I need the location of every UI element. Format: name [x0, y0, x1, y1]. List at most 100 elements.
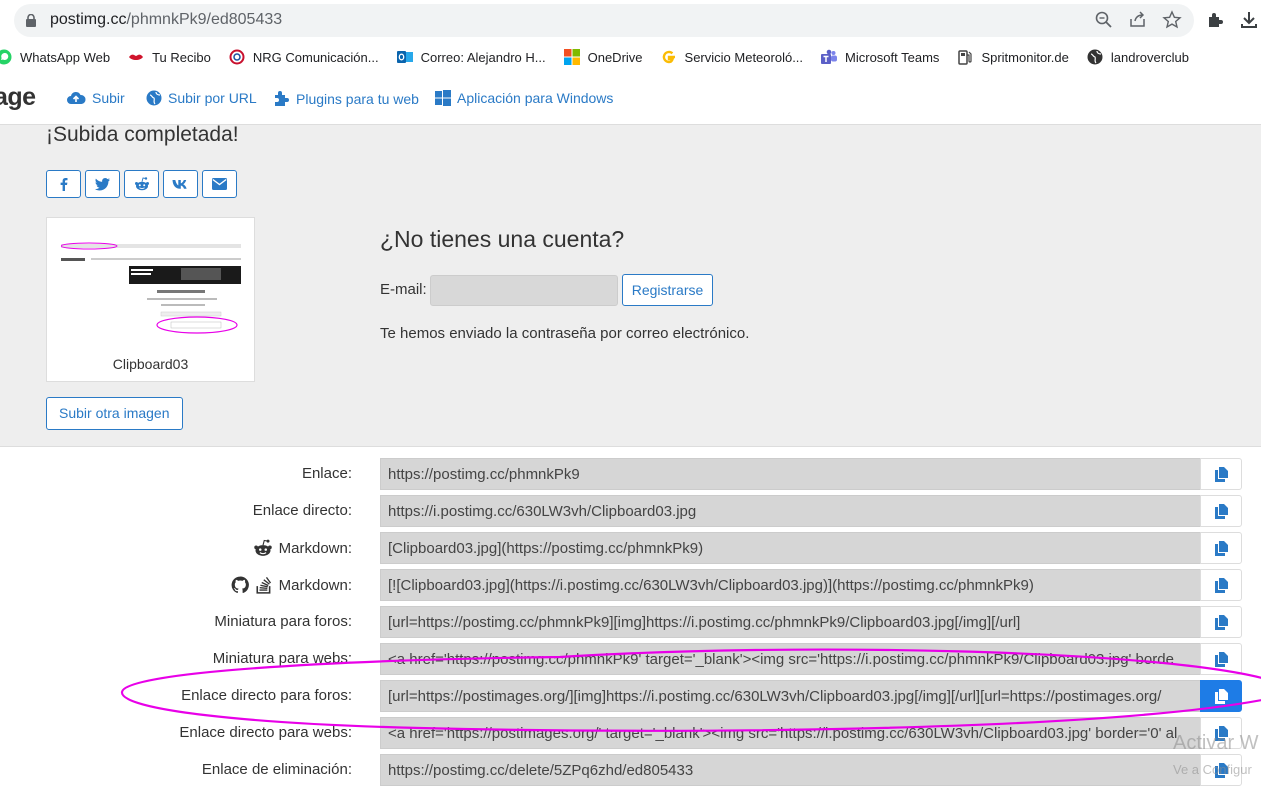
download-icon[interactable] — [1239, 10, 1259, 30]
bookmark-microsoft-teams[interactable]: Microsoft Teams — [821, 49, 939, 65]
share-icon[interactable] — [1128, 10, 1148, 30]
windows-icon — [435, 90, 451, 106]
nav-windows-app-label: Aplicación para Windows — [457, 90, 614, 106]
link-field[interactable]: [Clipboard03.jpg](https://postimg.cc/phm… — [380, 532, 1200, 564]
copy-button[interactable] — [1200, 569, 1242, 601]
register-button[interactable]: Registrarse — [622, 274, 713, 306]
puzzle-icon — [275, 91, 289, 106]
no-account-title: ¿No tienes una cuenta? — [380, 226, 625, 252]
copy-button[interactable] — [1200, 643, 1242, 675]
nav-plugins[interactable]: Plugins para tu web — [273, 90, 419, 107]
extensions-icon[interactable] — [1205, 10, 1225, 30]
github-icon — [231, 576, 249, 594]
copy-button[interactable] — [1200, 458, 1242, 490]
link-field[interactable]: https://postimg.cc/delete/5ZPq6zhd/ed805… — [380, 754, 1200, 786]
link-field[interactable]: [url=https://postimages.org/][img]https:… — [380, 680, 1200, 712]
page-title: ¡Subida completada! — [46, 123, 239, 146]
outlook-icon — [396, 49, 413, 65]
nav-windows-app[interactable]: Aplicación para Windows — [435, 90, 613, 106]
bookmark-label: landroverclub — [1110, 49, 1189, 65]
share-email-button[interactable] — [202, 170, 237, 198]
share-twitter-button[interactable] — [85, 170, 120, 198]
star-icon[interactable] — [1162, 10, 1182, 30]
link-row-label: Enlace de eliminación: — [202, 761, 352, 778]
address-bar[interactable]: postimg.cc/phmnkPk9/ed805433 — [14, 4, 1194, 37]
link-row-label: Enlace directo: — [253, 502, 352, 519]
fuel-icon — [957, 49, 973, 65]
bookmark-nrg-comunicaci-n[interactable]: NRG Comunicación... — [229, 49, 379, 65]
bookmark-correo-alejandro-h[interactable]: Correo: Alejandro H... — [396, 49, 546, 65]
url-text: postimg.cc/phmnkPk9/ed805433 — [50, 11, 283, 28]
envelope-icon — [212, 178, 227, 190]
copy-icon — [1214, 466, 1228, 482]
bookmark-onedrive[interactable]: OneDrive — [563, 49, 643, 65]
link-row-label-text: Enlace directo: — [252, 502, 352, 519]
globe-icon — [1087, 49, 1103, 65]
whatsapp-icon — [0, 49, 12, 65]
link-field[interactable]: <a href='https://postimages.org/' target… — [380, 717, 1200, 749]
link-row-label-text: Miniatura para webs: — [212, 650, 352, 667]
bookmark-tu-recibo[interactable]: Tu Recibo — [128, 49, 211, 65]
site-header: age Subir Subir por URL Plugins para tu … — [0, 73, 1261, 125]
bookmark-label: Correo: Alejandro H... — [420, 49, 546, 65]
link-field[interactable]: [url=https://postimg.cc/phmnkPk9][img]ht… — [380, 606, 1200, 638]
link-row-label: Enlace: — [302, 465, 352, 482]
link-row-label-text: Markdown: — [278, 576, 352, 594]
bookmark-servicio-meteorol[interactable]: Servicio Meteoroló... — [661, 49, 803, 65]
share-facebook-button[interactable] — [46, 170, 81, 198]
link-row-label: Miniatura para webs: — [213, 650, 352, 667]
link-row-label: Markdown: — [253, 539, 352, 557]
lips-icon — [128, 49, 144, 65]
nav-upload-url-label: Subir por URL — [168, 90, 257, 106]
bookmark-label: WhatsApp Web — [20, 49, 111, 65]
copy-icon — [1214, 614, 1228, 630]
zoom-icon[interactable] — [1094, 10, 1114, 30]
password-sent-message: Te hemos enviado la contraseña por corre… — [380, 325, 750, 342]
link-row: Enlace directo para foros: [url=https://p… — [0, 680, 1261, 713]
copy-button[interactable] — [1200, 680, 1242, 712]
share-buttons — [46, 170, 237, 198]
share-vk-button[interactable] — [163, 170, 198, 198]
link-row: Miniatura para webs: <a href='https://pos… — [0, 643, 1261, 676]
bookmark-label: Spritmonitor.de — [981, 49, 1069, 65]
link-field[interactable]: https://postimg.cc/phmnkPk9 — [380, 458, 1200, 490]
link-row: Miniatura para foros: [url=https://postim… — [0, 606, 1261, 639]
nrg-icon — [229, 49, 245, 65]
vk-icon — [172, 179, 187, 189]
lock-icon — [26, 14, 36, 27]
reddit-icon — [134, 177, 149, 191]
link-row-label: Enlace directo para foros: — [181, 687, 352, 704]
bookmark-label: Microsoft Teams — [845, 49, 940, 65]
copy-button[interactable] — [1200, 532, 1242, 564]
thumbnail-card[interactable]: Clipboard03 — [46, 217, 255, 382]
link-field[interactable]: <a href='https://postimg.cc/phmnkPk9' ta… — [380, 643, 1200, 675]
email-label: E-mail: — [380, 281, 427, 298]
google-icon — [661, 49, 677, 65]
share-reddit-button[interactable] — [124, 170, 159, 198]
copy-icon — [1214, 577, 1228, 593]
link-row-label-text: Miniatura para foros: — [214, 613, 352, 630]
link-field[interactable]: [![Clipboard03.jpg](https://i.postimg.cc… — [380, 569, 1200, 601]
windows-activation-watermark: Activar W — [1173, 732, 1259, 754]
bookmark-landroverclub[interactable]: landroverclub — [1087, 49, 1189, 65]
bookmark-whatsapp-web[interactable]: WhatsApp Web — [0, 49, 110, 65]
site-logo[interactable]: age — [0, 83, 36, 112]
thumbnail-filename: Clipboard03 — [112, 356, 189, 372]
bookmark-spritmonitor-de[interactable]: Spritmonitor.de — [957, 49, 1069, 65]
link-row: Enlace de eliminación: https://postimg.cc… — [0, 754, 1261, 787]
bookmarks-bar: WhatsApp Web Tu Recibo NRG Comunicación...… — [0, 41, 1261, 73]
uploaded-image-thumbnail — [61, 240, 241, 338]
email-field[interactable] — [430, 275, 618, 306]
upload-another-button[interactable]: Subir otra imagen — [46, 397, 183, 430]
nav-upload-url[interactable]: Subir por URL — [146, 90, 257, 106]
nav-upload[interactable]: Subir — [66, 90, 125, 106]
copy-button[interactable] — [1200, 495, 1242, 527]
nav-upload-label: Subir — [92, 90, 125, 106]
copy-button[interactable] — [1200, 606, 1242, 638]
link-field[interactable]: https://i.postimg.cc/630LW3vh/Clipboard0… — [380, 495, 1200, 527]
copy-icon — [1214, 651, 1228, 667]
stackoverflow-icon — [256, 576, 271, 594]
link-row: Enlace directo para webs: <a href='https:… — [0, 717, 1261, 750]
link-row-label: Markdown: — [231, 576, 352, 594]
copy-icon — [1214, 503, 1228, 519]
